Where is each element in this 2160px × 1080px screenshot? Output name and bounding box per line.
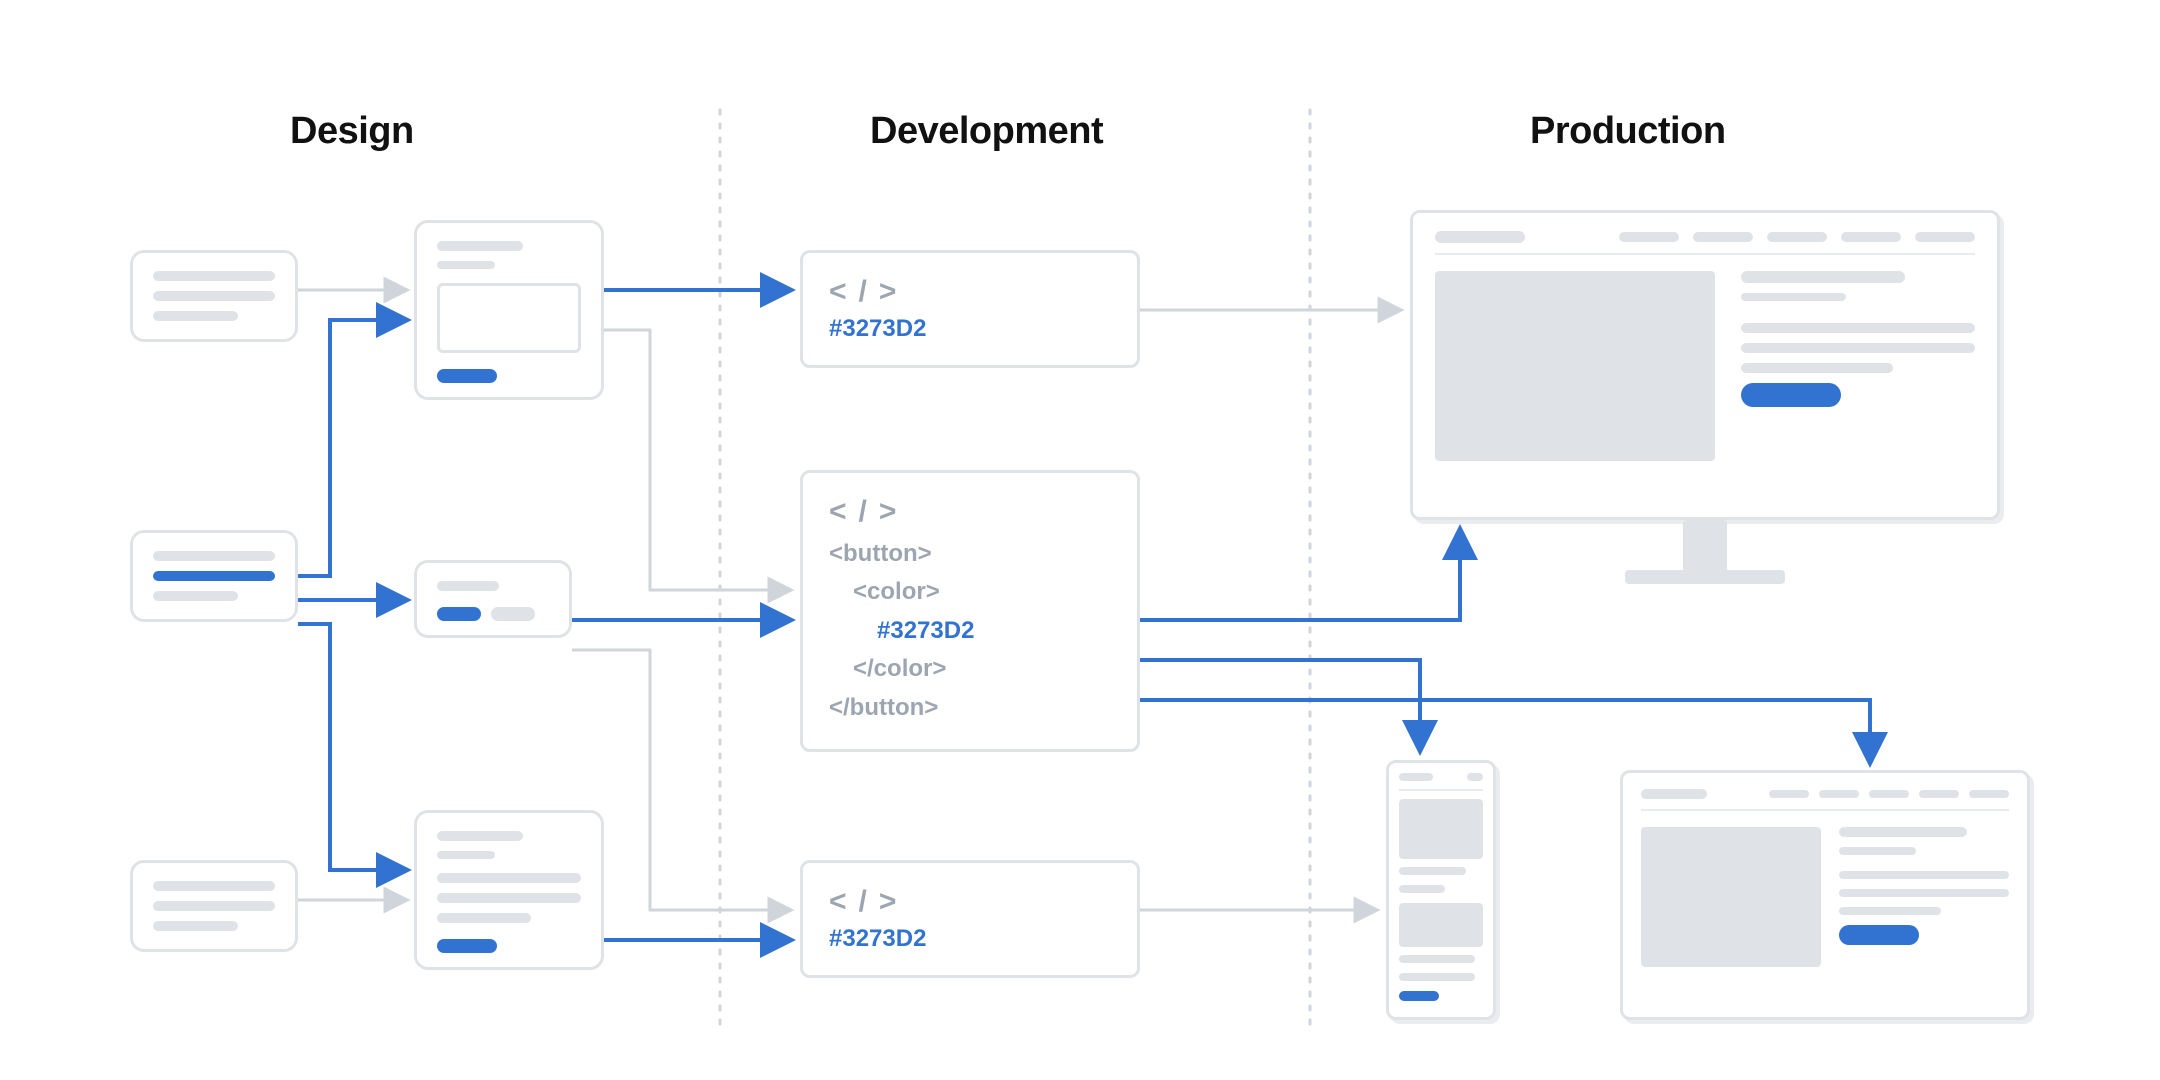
production-mobile (1386, 760, 1496, 1020)
design-wireframe-top (414, 220, 604, 400)
code-icon: </> (829, 275, 1111, 309)
design-token-card-bottom (130, 860, 298, 952)
code-icon: </> (829, 495, 1111, 529)
heading-development: Development (870, 110, 1103, 153)
dev-code-l2: <color> (829, 573, 1111, 611)
monitor-cta-button (1741, 383, 1841, 407)
heading-design: Design (290, 110, 414, 153)
dev-code-l5: </button> (829, 689, 1111, 727)
heading-production: Production (1530, 110, 1726, 153)
dev-hex-bottom: #3273D2 (829, 925, 1111, 953)
dev-code-l1: <button> (829, 535, 1111, 573)
monitor-stand-neck (1683, 520, 1727, 574)
dev-code-card-mid: </> <button> <color> #3273D2 </color> </… (800, 470, 1140, 752)
mobile-cta-button (1399, 991, 1439, 1001)
production-tablet (1620, 770, 2030, 1020)
dev-code-card-bottom: </> #3273D2 (800, 860, 1140, 978)
design-wireframe-mid (414, 560, 572, 638)
design-token-card-top (130, 250, 298, 342)
design-wireframe-bottom (414, 810, 604, 970)
production-monitor (1410, 210, 2000, 520)
dev-code-card-top: </> #3273D2 (800, 250, 1140, 368)
code-icon: </> (829, 885, 1111, 919)
dev-hex-top: #3273D2 (829, 315, 1111, 343)
monitor-stand-base (1625, 570, 1785, 584)
dev-code-l3: #3273D2 (829, 612, 1111, 650)
design-token-card-mid (130, 530, 298, 622)
tablet-cta-button (1839, 925, 1919, 945)
dev-code-l4: </color> (829, 650, 1111, 688)
